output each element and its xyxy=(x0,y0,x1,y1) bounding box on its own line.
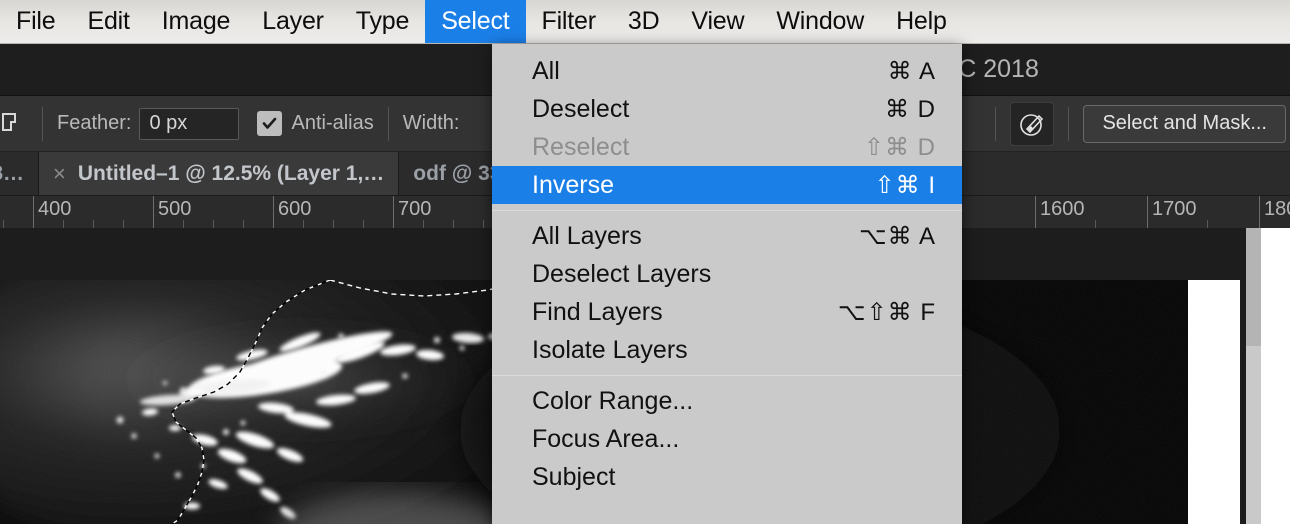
menu-item-file[interactable]: File xyxy=(0,0,71,43)
vertical-scrollbar-thumb[interactable] xyxy=(1246,228,1261,346)
tab-label: Untitled–1 @ 12.5% (Layer 1,… xyxy=(77,161,385,185)
ruler-minor-tick xyxy=(213,220,214,228)
menu-option-label: Color Range... xyxy=(532,386,694,415)
menu-item-help[interactable]: Help xyxy=(880,0,963,43)
menu-item-window[interactable]: Window xyxy=(760,0,880,43)
menu-option-focus-area[interactable]: Focus Area... xyxy=(492,420,962,458)
feather-label: Feather: xyxy=(57,112,132,134)
width-label: Width: xyxy=(402,112,460,134)
menu-option-label: All xyxy=(532,56,560,85)
ruler-minor-tick xyxy=(453,220,454,228)
ruler-minor-tick xyxy=(483,220,484,228)
ruler-minor-tick xyxy=(363,220,364,228)
ruler-minor-tick xyxy=(123,220,124,228)
menu-option-shortcut: ⌘ D xyxy=(885,95,936,123)
ruler-label: 1700 xyxy=(1152,198,1197,220)
menu-option-shortcut: ⌥⌘ A xyxy=(858,222,936,250)
menu-option-isolate-layers[interactable]: Isolate Layers xyxy=(492,331,962,369)
options-divider-2 xyxy=(387,106,389,141)
document-tab[interactable]: GB/8… xyxy=(0,152,40,195)
menu-option-reselect: Reselect ⇧⌘ D xyxy=(492,128,962,166)
ruler-minor-tick xyxy=(93,220,94,228)
document-tab-active[interactable]: × Untitled–1 @ 12.5% (Layer 1,… xyxy=(39,152,400,195)
menu-option-all[interactable]: All ⌘ A xyxy=(492,52,962,90)
menu-item-select[interactable]: Select xyxy=(425,0,526,43)
ruler-minor-tick xyxy=(183,220,184,228)
checkmark-icon xyxy=(263,117,277,129)
antialias-checkbox[interactable] xyxy=(257,111,283,136)
select-and-mask-button[interactable]: Select and Mask... xyxy=(1083,104,1286,143)
menu-option-shortcut: ⇧⌘ D xyxy=(863,133,936,161)
menu-option-find-layers[interactable]: Find Layers ⌥⇧⌘ F xyxy=(492,293,962,331)
menu-item-3d[interactable]: 3D xyxy=(612,0,676,43)
menu-item-edit[interactable]: Edit xyxy=(71,0,145,43)
menu-option-inverse[interactable]: Inverse ⇧⌘ I xyxy=(492,166,962,204)
mac-menu-bar: File Edit Image Layer Type Select Filter… xyxy=(0,0,1290,44)
tab-label: GB/8… xyxy=(0,161,25,185)
ruler-minor-tick xyxy=(243,220,244,228)
menu-option-deselect-layers[interactable]: Deselect Layers xyxy=(492,255,962,293)
options-divider-1 xyxy=(42,106,43,141)
vertical-scrollbar[interactable] xyxy=(1246,228,1261,524)
menu-option-label: Deselect xyxy=(532,94,630,123)
white-document-area xyxy=(1188,280,1240,524)
ruler-minor-tick xyxy=(1207,220,1208,228)
tab-close-icon[interactable]: × xyxy=(53,162,66,185)
menu-option-label: Subject xyxy=(532,462,616,491)
menu-option-subject[interactable]: Subject xyxy=(492,458,962,496)
selection-mode-icon[interactable] xyxy=(0,107,28,141)
ruler-minor-tick xyxy=(333,220,334,228)
menu-option-deselect[interactable]: Deselect ⌘ D xyxy=(492,90,962,128)
menu-item-filter[interactable]: Filter xyxy=(526,0,612,43)
menu-option-label: Focus Area... xyxy=(532,424,680,453)
refine-edge-brush-icon[interactable] xyxy=(1010,101,1055,146)
ruler-label: 500 xyxy=(158,198,192,220)
menu-item-view[interactable]: View xyxy=(675,0,760,43)
ruler-minor-tick xyxy=(423,220,424,228)
menu-option-shortcut: ⌥⇧⌘ F xyxy=(837,298,936,326)
ruler-label: 1600 xyxy=(1040,198,1085,220)
menu-option-shortcut: ⇧⌘ I xyxy=(874,171,936,199)
menu-item-type[interactable]: Type xyxy=(340,0,425,43)
menu-option-label: Deselect Layers xyxy=(532,259,712,288)
options-divider-4 xyxy=(1068,106,1070,141)
menu-option-shortcut: ⌘ A xyxy=(887,57,936,85)
right-gutter xyxy=(1261,228,1290,524)
ruler-label: 400 xyxy=(38,198,72,220)
ruler-minor-tick xyxy=(303,220,304,228)
ruler-minor-tick xyxy=(1095,220,1096,228)
antialias-label: Anti-alias xyxy=(291,112,374,134)
menu-option-label: Inverse xyxy=(532,170,614,199)
ruler-minor-tick xyxy=(63,220,64,228)
feather-input[interactable] xyxy=(139,107,240,140)
menu-item-image[interactable]: Image xyxy=(146,0,246,43)
menu-separator xyxy=(492,375,962,376)
ruler-minor-tick xyxy=(3,220,4,228)
select-dropdown-menu[interactable]: All ⌘ A Deselect ⌘ D Reselect ⇧⌘ D Inver… xyxy=(492,44,962,524)
menu-option-all-layers[interactable]: All Layers ⌥⌘ A xyxy=(492,217,962,255)
menu-separator xyxy=(492,210,962,211)
menu-option-color-range[interactable]: Color Range... xyxy=(492,382,962,420)
menu-option-label: Isolate Layers xyxy=(532,335,688,364)
menu-option-label: Find Layers xyxy=(532,297,663,326)
menu-option-label: Reselect xyxy=(532,132,630,161)
menu-option-label: All Layers xyxy=(532,221,642,250)
ruler-label: 700 xyxy=(398,198,432,220)
ruler-label: 1800 xyxy=(1264,198,1290,220)
menu-top-padding xyxy=(492,44,962,52)
menu-item-layer[interactable]: Layer xyxy=(246,0,340,43)
options-divider-3 xyxy=(995,106,997,141)
antialias-checkbox-group[interactable]: Anti-alias xyxy=(257,111,374,136)
ruler-label: 600 xyxy=(278,198,312,220)
